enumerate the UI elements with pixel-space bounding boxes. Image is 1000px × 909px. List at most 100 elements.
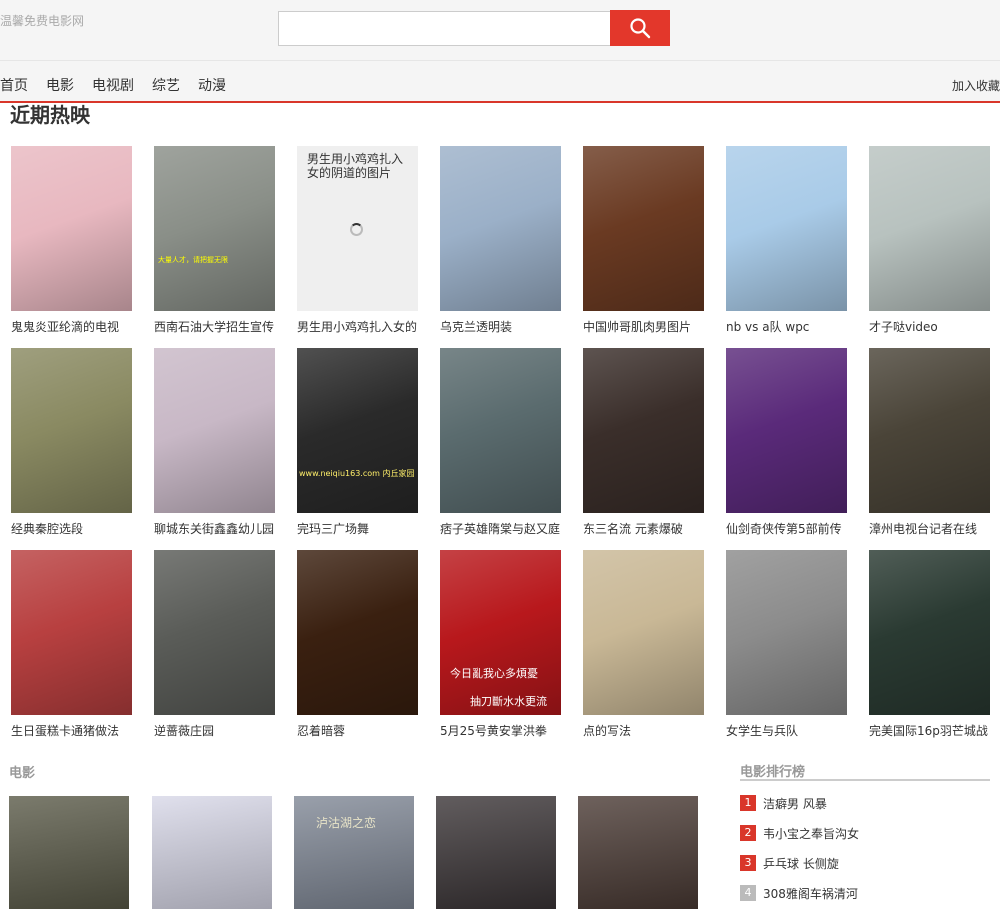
video-title[interactable]: 中国帅哥肌肉男图片: [583, 318, 704, 335]
video-title[interactable]: 生日蛋糕卡通猪做法: [11, 722, 132, 739]
thumbnail-shading: [440, 348, 561, 513]
ranking-item[interactable]: 3 乒乓球 长侧旋: [740, 854, 990, 874]
header: 温馨免费电影网: [0, 0, 1000, 60]
video-card[interactable]: 大量人才，请把握无限西南石油大学招生宣传: [154, 146, 275, 346]
video-card[interactable]: 女学生与兵队: [726, 550, 847, 750]
video-thumbnail[interactable]: [583, 146, 704, 311]
video-title[interactable]: 仙剑奇侠传第5部前传: [726, 520, 847, 537]
rank-number-badge: 2: [740, 825, 756, 841]
video-card[interactable]: 生日蛋糕卡通猪做法: [11, 550, 132, 750]
video-title[interactable]: 忍着暗蓉: [297, 722, 418, 739]
video-title[interactable]: 漳州电视台记者在线: [869, 520, 990, 537]
video-thumbnail[interactable]: [869, 348, 990, 513]
nav-variety[interactable]: 综艺: [152, 75, 180, 95]
video-card[interactable]: 才子哒video: [869, 146, 990, 346]
video-title[interactable]: 经典秦腔选段: [11, 520, 132, 537]
video-title[interactable]: 5月25号黄安掌洪拳: [440, 722, 561, 739]
video-card[interactable]: 点的写法: [583, 550, 704, 750]
video-title[interactable]: 完美国际16p羽芒城战: [869, 722, 990, 739]
nav-movies[interactable]: 电影: [46, 75, 74, 95]
thumbnail-overlay-text: 抽刀斷水水更流: [470, 695, 547, 708]
video-title[interactable]: 逆蔷薇庄园: [154, 722, 275, 739]
video-thumbnail[interactable]: [440, 348, 561, 513]
video-card[interactable]: 漳州电视台记者在线: [869, 348, 990, 548]
thumbnail-shading: [726, 146, 847, 311]
video-thumbnail[interactable]: [583, 550, 704, 715]
video-card[interactable]: 仙剑奇侠传第5部前传: [726, 348, 847, 548]
thumbnail-shading: [154, 146, 275, 311]
video-thumbnail[interactable]: [11, 348, 132, 513]
nav-anime[interactable]: 动漫: [198, 75, 226, 95]
movie-thumbnail[interactable]: 泸沽湖之恋: [294, 796, 414, 909]
video-thumbnail[interactable]: [11, 146, 132, 311]
movie-thumbnail[interactable]: [152, 796, 272, 909]
video-title[interactable]: 完玛三广场舞: [297, 520, 418, 537]
video-title[interactable]: 乌克兰透明装: [440, 318, 561, 335]
video-card[interactable]: 经典秦腔选段: [11, 348, 132, 548]
ranking-item[interactable]: 1 洁癖男 风暴: [740, 794, 990, 814]
video-title[interactable]: 鬼鬼炎亚纶滴的电视: [11, 318, 132, 335]
video-thumbnail[interactable]: 男生用小鸡鸡扎入女的阴道的图片: [297, 146, 418, 311]
nav-home[interactable]: 首页: [0, 75, 28, 95]
thumbnail-shading: [578, 796, 698, 909]
search-button[interactable]: [610, 10, 670, 46]
ranking-item[interactable]: 4 308雅阁车祸清河: [740, 884, 990, 904]
video-card[interactable]: 完美国际16p羽芒城战: [869, 550, 990, 750]
video-title[interactable]: 聊城东关街鑫鑫幼儿园: [154, 520, 275, 537]
video-thumbnail[interactable]: [154, 550, 275, 715]
video-card[interactable]: 乌克兰透明装: [440, 146, 561, 346]
video-title[interactable]: 痞子英雄隋棠与赵又庭: [440, 520, 561, 537]
movie-thumbnail[interactable]: [436, 796, 556, 909]
thumbnail-shading: [726, 550, 847, 715]
video-card[interactable]: nb vs a队 wpc: [726, 146, 847, 346]
video-title[interactable]: 女学生与兵队: [726, 722, 847, 739]
video-card[interactable]: 痞子英雄隋棠与赵又庭: [440, 348, 561, 548]
video-title[interactable]: 男生用小鸡鸡扎入女的: [297, 318, 418, 335]
video-thumbnail[interactable]: [726, 550, 847, 715]
video-thumbnail[interactable]: 今日亂我心多煩憂 抽刀斷水水更流: [440, 550, 561, 715]
video-thumbnail[interactable]: [11, 550, 132, 715]
rank-title[interactable]: 韦小宝之奉旨沟女: [763, 825, 859, 842]
video-card[interactable]: 忍着暗蓉: [297, 550, 418, 750]
add-favorite-link[interactable]: 加入收藏: [952, 77, 1000, 94]
nav-tv[interactable]: 电视剧: [92, 75, 134, 95]
video-card[interactable]: 中国帅哥肌肉男图片: [583, 146, 704, 346]
movie-thumbnail[interactable]: [578, 796, 698, 909]
rank-title[interactable]: 乒乓球 长侧旋: [763, 855, 839, 872]
thumbnail-shading: [11, 348, 132, 513]
video-card[interactable]: 今日亂我心多煩憂 抽刀斷水水更流 5月25号黄安掌洪拳: [440, 550, 561, 750]
rank-title[interactable]: 308雅阁车祸清河: [763, 885, 858, 902]
rank-number-badge: 4: [740, 885, 756, 901]
video-thumbnail[interactable]: [726, 146, 847, 311]
video-thumbnail[interactable]: [726, 348, 847, 513]
video-thumbnail[interactable]: [583, 348, 704, 513]
video-title[interactable]: 才子哒video: [869, 318, 990, 335]
video-thumbnail[interactable]: [154, 348, 275, 513]
movie-thumbnail[interactable]: [9, 796, 129, 909]
video-card[interactable]: 东三名流 元素爆破: [583, 348, 704, 548]
video-thumbnail[interactable]: [869, 550, 990, 715]
video-thumbnail[interactable]: [297, 550, 418, 715]
rank-title[interactable]: 洁癖男 风暴: [763, 795, 827, 812]
thumbnail-shading: [869, 550, 990, 715]
video-card[interactable]: 聊城东关街鑫鑫幼儿园: [154, 348, 275, 548]
video-thumbnail[interactable]: [869, 146, 990, 311]
thumbnail-shading: [869, 146, 990, 311]
video-card[interactable]: 逆蔷薇庄园: [154, 550, 275, 750]
video-title[interactable]: 西南石油大学招生宣传: [154, 318, 275, 335]
video-thumbnail[interactable]: 大量人才，请把握无限: [154, 146, 275, 311]
video-card[interactable]: 男生用小鸡鸡扎入女的阴道的图片男生用小鸡鸡扎入女的: [297, 146, 418, 346]
site-logo[interactable]: 温馨免费电影网: [0, 12, 84, 29]
ranking-item[interactable]: 2 韦小宝之奉旨沟女: [740, 824, 990, 844]
video-thumbnail[interactable]: www.neiqiu163.com 内丘家园: [297, 348, 418, 513]
video-thumbnail[interactable]: [440, 146, 561, 311]
rank-number-badge: 3: [740, 855, 756, 871]
main-nav: 首页 电影 电视剧 综艺 动漫 加入收藏: [0, 60, 1000, 103]
thumbnail-shading: [726, 348, 847, 513]
video-title[interactable]: 东三名流 元素爆破: [583, 520, 704, 537]
video-card[interactable]: www.neiqiu163.com 内丘家园完玛三广场舞: [297, 348, 418, 548]
video-title[interactable]: 点的写法: [583, 722, 704, 739]
video-card[interactable]: 鬼鬼炎亚纶滴的电视: [11, 146, 132, 346]
video-title[interactable]: nb vs a队 wpc: [726, 318, 847, 335]
search-input[interactable]: [278, 11, 611, 46]
